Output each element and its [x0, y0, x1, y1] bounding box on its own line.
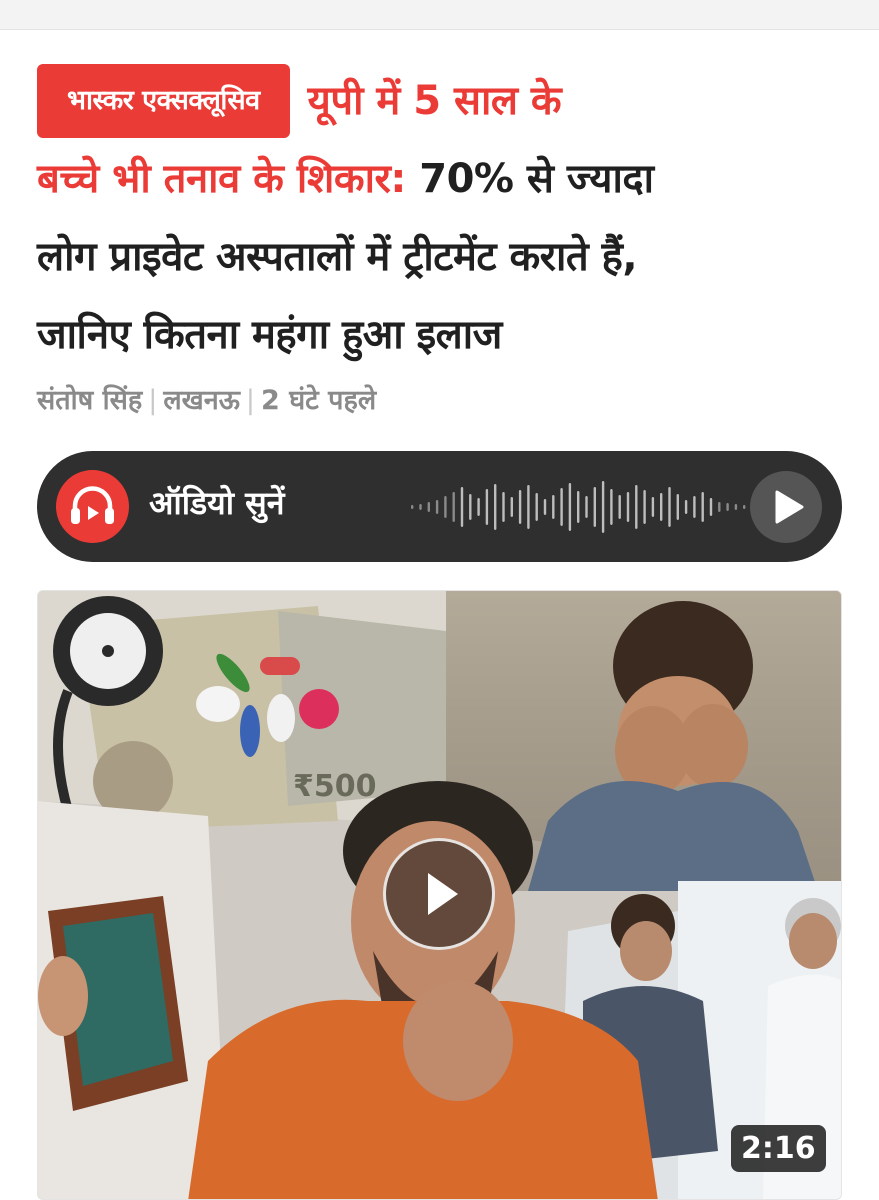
- waveform-bar: [610, 489, 613, 525]
- audio-player[interactable]: ऑडियो सुनें: [37, 451, 842, 562]
- play-icon: [428, 873, 458, 915]
- video-play-button[interactable]: [383, 838, 495, 950]
- headline-accent-line-2: बच्चे भी तनाव के शिकार:: [37, 156, 406, 202]
- play-icon: [775, 490, 804, 524]
- waveform-bar: [726, 503, 729, 511]
- waveform-bar: [485, 489, 489, 525]
- waveform-bar: [518, 490, 522, 524]
- exclusive-badge[interactable]: भास्कर एक्सक्लूसिव: [37, 64, 290, 138]
- svg-text:₹500: ₹500: [293, 769, 377, 804]
- waveform-bar: [494, 484, 497, 530]
- waveform-bar: [701, 492, 704, 522]
- waveform-bar: [660, 493, 663, 521]
- meta-separator: |: [245, 385, 256, 416]
- waveform-bar: [411, 505, 414, 509]
- waveform-bar: [527, 485, 530, 529]
- waveform-bar: [535, 493, 538, 521]
- video-thumbnail[interactable]: ₹500 2:16: [37, 590, 842, 1200]
- waveform-bar: [435, 500, 439, 514]
- waveform-bar: [593, 487, 596, 527]
- waveform-bar: [693, 496, 696, 518]
- waveform-bar: [651, 497, 655, 517]
- waveform-bar: [460, 487, 464, 527]
- waveform-bar: [743, 505, 746, 509]
- waveform-bar: [618, 495, 621, 519]
- waveform-bar: [510, 497, 513, 517]
- waveform-bar: [718, 502, 721, 512]
- waveform-bar: [568, 483, 572, 531]
- waveform-bar: [626, 492, 630, 522]
- headline-text-line-3: जानिए कितना महंगा हुआ इलाज: [37, 312, 502, 358]
- waveform-bar: [684, 500, 688, 514]
- headline-text-line-1: 70% से ज्यादा: [419, 156, 654, 202]
- headline-text-line-2: लोग प्राइवेट अस्पतालों में ट्रीटमेंट करा…: [37, 234, 638, 280]
- waveform-bar: [444, 496, 447, 518]
- waveform-bar: [676, 494, 679, 520]
- waveform-bar: [419, 504, 422, 510]
- waveform-bar: [552, 495, 555, 519]
- waveform-bar: [452, 492, 455, 522]
- waveform-bar: [502, 492, 505, 522]
- article-meta: संतोष सिंह | लखनऊ | 2 घंटे पहले: [37, 380, 376, 417]
- waveform-bar: [643, 490, 646, 524]
- published-time: 2 घंटे पहले: [261, 385, 377, 416]
- waveform-bar: [709, 498, 713, 516]
- waveform-bar: [601, 481, 605, 533]
- waveform-bar: [477, 498, 480, 516]
- top-bar: [0, 0, 879, 30]
- waveform-bar: [543, 499, 547, 515]
- waveform-graphic: [411, 481, 746, 533]
- waveform-bar: [469, 494, 472, 520]
- waveform-bar: [668, 487, 671, 527]
- video-duration: 2:16: [731, 1125, 826, 1172]
- audio-label: ऑडियो सुनें: [149, 484, 285, 522]
- waveform-bar: [560, 488, 563, 526]
- author-name[interactable]: संतोष सिंह: [37, 385, 142, 416]
- waveform-bar: [577, 491, 580, 523]
- location: लखनऊ: [163, 385, 240, 416]
- audio-play-button[interactable]: [750, 471, 822, 543]
- waveform-bar: [427, 502, 430, 512]
- headphones-icon: [56, 470, 129, 543]
- waveform-bar: [585, 496, 588, 518]
- article-headline[interactable]: भास्कर एक्सक्लूसिव यूपी में 5 साल के बच्च…: [37, 62, 847, 374]
- headline-accent-line-1: यूपी में 5 साल के: [307, 78, 562, 124]
- waveform-bar: [734, 504, 738, 510]
- waveform-bar: [635, 485, 638, 529]
- meta-separator: |: [148, 385, 158, 416]
